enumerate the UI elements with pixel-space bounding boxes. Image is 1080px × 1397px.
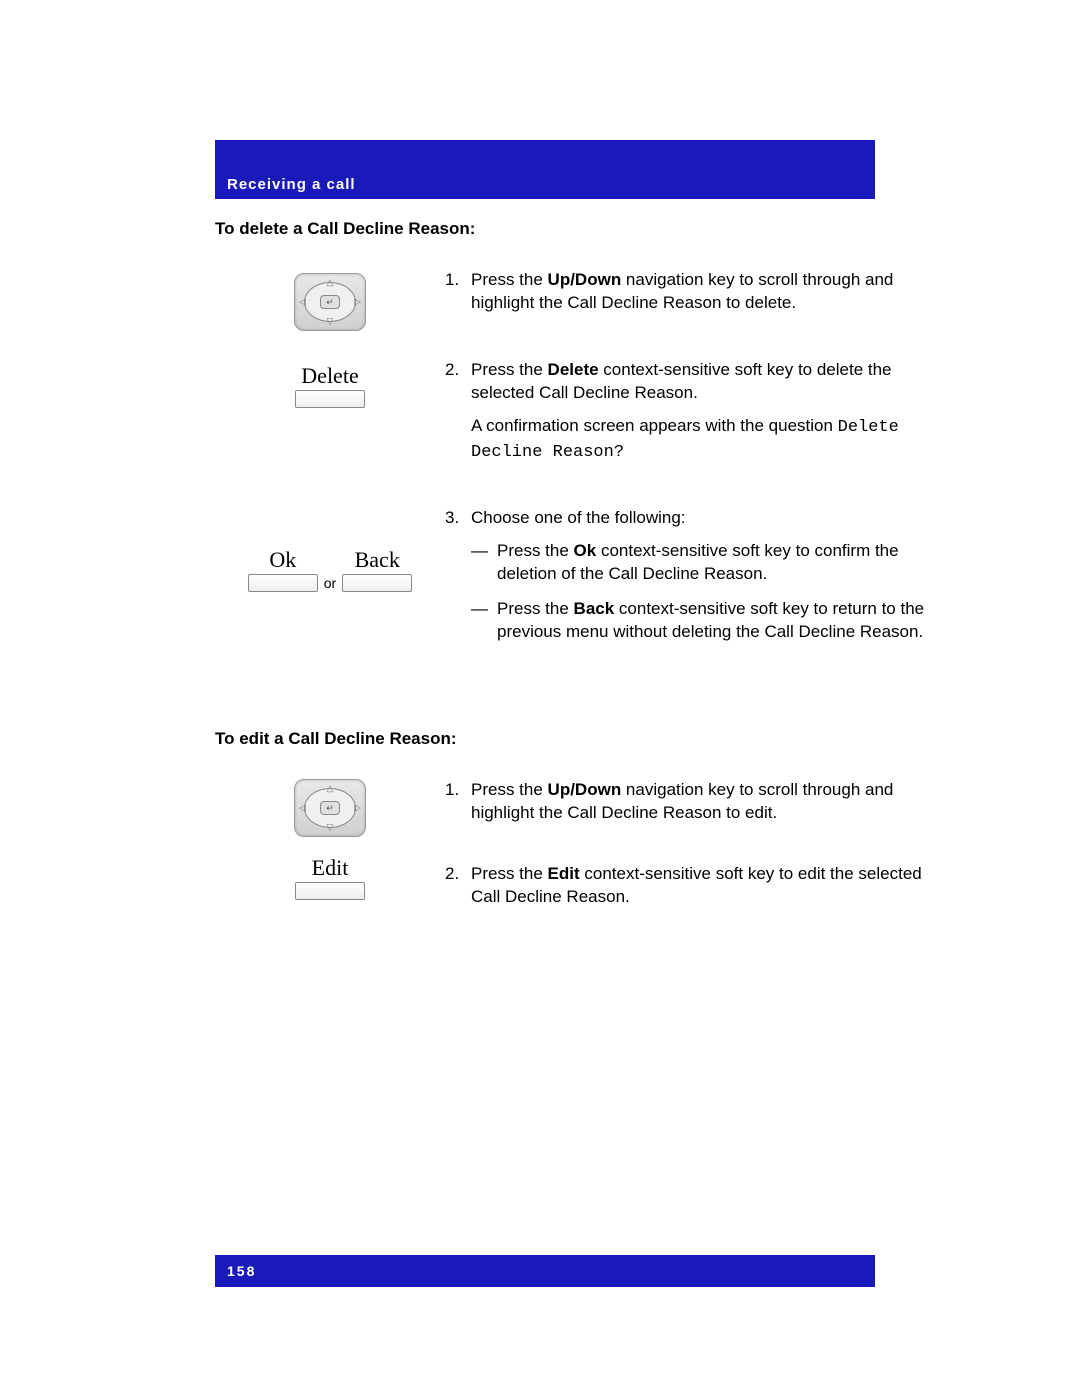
bold-term: Back	[574, 599, 615, 618]
step-number: 1.	[445, 779, 471, 825]
step-number: 3.	[445, 507, 471, 656]
delete-step-1: ↵ △ ▽ ◁ ▷ 1. Press the Up/Down navigatio…	[215, 269, 950, 331]
step-number: 1.	[445, 269, 471, 315]
edit-steps: ↵ △ ▽ ◁ ▷ Edit 1. Press the Up/Down navi…	[215, 779, 950, 923]
bold-term: Edit	[548, 864, 580, 883]
step-text: Press the Up/Down navigation key to scro…	[471, 269, 950, 315]
dash-icon: —	[471, 598, 497, 644]
navpad-down-icon: ▽	[327, 316, 334, 327]
softkey-back: Back	[342, 547, 412, 592]
softkey-ok-back-row: Ok or Back	[248, 547, 412, 592]
softkey-label: Back	[355, 547, 400, 573]
dash-icon: —	[471, 540, 497, 586]
softkey-edit: Edit	[295, 855, 365, 900]
sub-item: — Press the Ok context-sensitive soft ke…	[471, 540, 950, 586]
bold-term: Ok	[574, 541, 597, 560]
softkey-button-icon	[342, 574, 412, 592]
softkey-label: Delete	[301, 363, 358, 389]
softkey-button-icon	[248, 574, 318, 592]
softkey-label: Edit	[312, 855, 349, 881]
navpad-left-icon: ◁	[299, 803, 306, 814]
softkey-button-icon	[295, 882, 365, 900]
softkey-label: Ok	[269, 547, 296, 573]
section-delete-title: To delete a Call Decline Reason:	[215, 219, 950, 239]
bold-term: Delete	[548, 360, 599, 379]
step-number: 2.	[445, 863, 471, 909]
step-text: Press the Edit context-sensitive soft ke…	[471, 863, 950, 909]
header-title: Receiving a call	[227, 176, 863, 193]
delete-step-2: Delete 2. Press the Delete context-sensi…	[215, 359, 950, 479]
navpad-enter-icon: ↵	[320, 801, 340, 815]
step-text: Choose one of the following: — Press the…	[471, 507, 950, 656]
navpad-icon: ↵ △ ▽ ◁ ▷	[294, 273, 366, 331]
softkey-delete: Delete	[295, 363, 365, 408]
navpad-enter-icon: ↵	[320, 295, 340, 309]
navpad-left-icon: ◁	[299, 297, 306, 308]
header-bar: Receiving a call	[215, 140, 875, 199]
softkey-button-icon	[295, 390, 365, 408]
bold-term: Up/Down	[548, 270, 622, 289]
bold-term: Up/Down	[548, 780, 622, 799]
page-content: Receiving a call To delete a Call Declin…	[0, 0, 1080, 1011]
sub-item: — Press the Back context-sensitive soft …	[471, 598, 950, 644]
section-edit-title: To edit a Call Decline Reason:	[215, 729, 950, 749]
step-text: Press the Up/Down navigation key to scro…	[471, 779, 950, 825]
navpad-right-icon: ▷	[354, 297, 361, 308]
delete-step-3: Ok or Back 3. Choose one of the followin…	[215, 507, 950, 670]
navpad-up-icon: △	[327, 277, 334, 288]
navpad-icon: ↵ △ ▽ ◁ ▷	[294, 779, 366, 837]
step-text: Press the Delete context-sensitive soft …	[471, 359, 950, 465]
footer-bar: 158	[215, 1255, 875, 1287]
navpad-right-icon: ▷	[354, 803, 361, 814]
navpad-up-icon: △	[327, 783, 334, 794]
page-number: 158	[227, 1263, 863, 1279]
step-number: 2.	[445, 359, 471, 465]
softkey-ok: Ok	[248, 547, 318, 592]
or-text: or	[324, 575, 336, 592]
navpad-down-icon: ▽	[327, 822, 334, 833]
